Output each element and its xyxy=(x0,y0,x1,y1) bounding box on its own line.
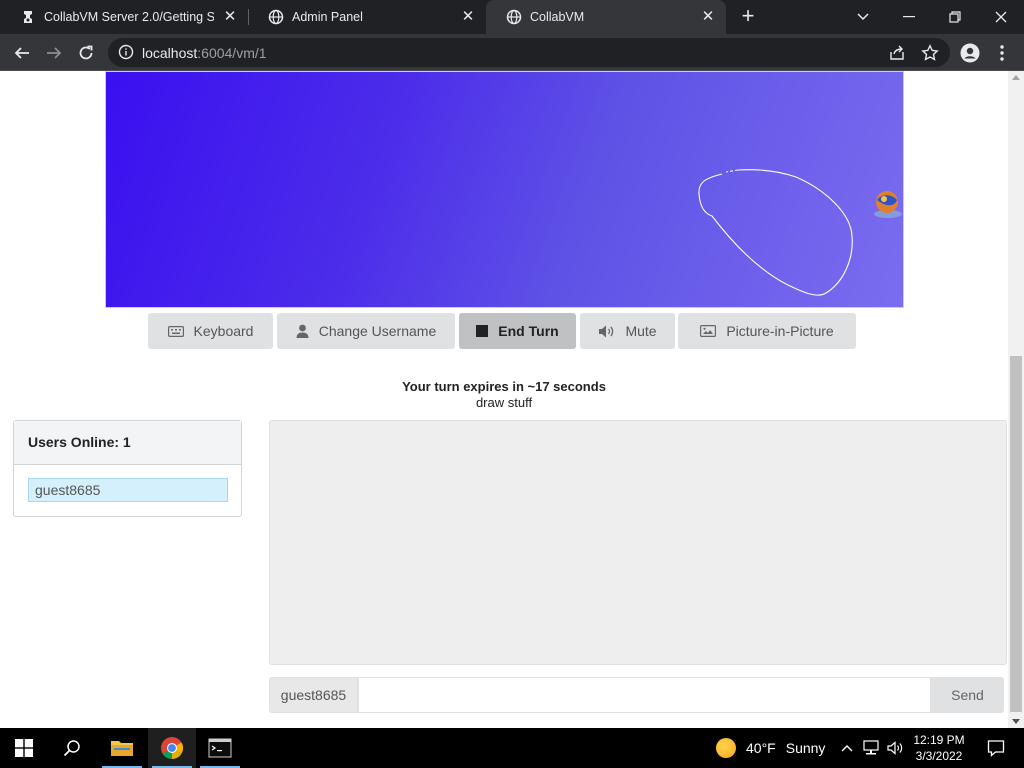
profile-icon[interactable] xyxy=(956,39,984,67)
system-clock[interactable]: 12:19 PM 3/3/2022 xyxy=(902,732,976,764)
windows-taskbar: 40°F Sunny 12:19 PM 3/3/2022 xyxy=(0,728,1024,768)
sun-icon xyxy=(716,738,736,758)
weather-condition: Sunny xyxy=(785,740,826,756)
chat-input-row: guest8685 Send xyxy=(269,677,1004,713)
url-host: localhost xyxy=(142,45,198,61)
menu-icon[interactable] xyxy=(988,39,1016,67)
keyboard-icon xyxy=(167,325,184,337)
change-username-button[interactable]: Change Username xyxy=(277,313,455,349)
mute-button[interactable]: Mute xyxy=(580,313,675,349)
chat-input[interactable] xyxy=(358,677,931,713)
notification-icon[interactable] xyxy=(976,728,1016,768)
end-turn-button[interactable]: End Turn xyxy=(459,313,576,349)
network-icon[interactable] xyxy=(860,728,882,768)
tab-collabvm-getting-started[interactable]: CollabVM Server 2.0/Getting Star ✕ xyxy=(0,0,248,34)
user-icon xyxy=(296,324,309,338)
globe-icon xyxy=(506,9,522,25)
chat-username-label: guest8685 xyxy=(269,677,358,713)
mouse-drawing xyxy=(698,169,853,296)
vm-screen[interactable] xyxy=(105,71,904,308)
close-window-icon[interactable] xyxy=(978,0,1024,34)
back-icon[interactable] xyxy=(8,39,36,67)
forward-icon[interactable] xyxy=(40,39,68,67)
globe-icon xyxy=(268,9,284,25)
tab-collabvm[interactable]: CollabVM ✕ xyxy=(486,0,726,34)
bookmark-star-icon[interactable] xyxy=(921,44,939,62)
address-bar[interactable]: localhost:6004/vm/1 xyxy=(108,38,950,67)
users-online-panel: Users Online: 1 guest8685 xyxy=(13,420,242,517)
user-list-item[interactable]: guest8685 xyxy=(28,478,228,502)
desktop-app-icon[interactable] xyxy=(872,188,903,220)
weather-temp: 40°F xyxy=(746,740,776,756)
picture-icon xyxy=(700,325,717,337)
tab-title: Admin Panel xyxy=(292,10,363,24)
page-scrollbar[interactable] xyxy=(1008,71,1024,728)
change-username-label: Change Username xyxy=(318,323,437,339)
vm-title: draw stuff xyxy=(475,395,533,410)
reload-icon[interactable] xyxy=(72,39,100,67)
url-path: :6004/vm/1 xyxy=(197,45,267,61)
url-text: localhost:6004/vm/1 xyxy=(142,45,267,61)
picture-in-picture-button[interactable]: Picture-in-Picture xyxy=(678,313,856,349)
weather-widget[interactable]: 40°F Sunny xyxy=(716,728,825,768)
end-turn-label: End Turn xyxy=(498,323,559,339)
file-explorer-icon[interactable] xyxy=(98,728,146,768)
scroll-up-icon[interactable] xyxy=(1012,75,1020,80)
close-tab-icon[interactable]: ✕ xyxy=(460,9,476,25)
clock-time: 12:19 PM xyxy=(913,733,965,747)
new-tab-icon[interactable]: + xyxy=(736,5,760,29)
browser-tab-strip: CollabVM Server 2.0/Getting Star ✕ Admin… xyxy=(0,0,1024,34)
collabvm-page: Keyboard Change Username End Turn Mute P… xyxy=(0,71,1008,728)
stop-icon xyxy=(476,325,489,337)
info-icon[interactable] xyxy=(118,44,134,60)
clock-date: 3/3/2022 xyxy=(915,749,963,763)
scroll-down-icon[interactable] xyxy=(1012,719,1020,724)
collabvm-icon xyxy=(20,9,36,25)
chat-log[interactable] xyxy=(269,420,1007,665)
tab-title: CollabVM Server 2.0/Getting Star xyxy=(44,10,214,24)
show-hidden-icons-icon[interactable] xyxy=(838,728,856,768)
send-button[interactable]: Send xyxy=(931,677,1004,713)
volume-icon xyxy=(598,325,615,338)
restore-icon[interactable] xyxy=(932,0,978,34)
keyboard-button[interactable]: Keyboard xyxy=(148,313,273,349)
mute-label: Mute xyxy=(625,323,657,339)
browser-toolbar: localhost:6004/vm/1 xyxy=(0,34,1024,71)
tab-title: CollabVM xyxy=(530,10,585,24)
vm-button-bar: Keyboard Change Username End Turn Mute P… xyxy=(0,313,1008,349)
turn-status: Your turn expires in ~17 seconds xyxy=(402,379,606,394)
search-icon[interactable] xyxy=(48,728,96,768)
share-icon[interactable] xyxy=(888,44,906,62)
close-tab-icon[interactable]: ✕ xyxy=(222,9,238,25)
tab-search-icon[interactable] xyxy=(840,0,886,34)
users-online-header: Users Online: 1 xyxy=(14,421,241,465)
start-windows-icon[interactable] xyxy=(0,728,48,768)
keyboard-label: Keyboard xyxy=(193,323,254,339)
close-tab-icon[interactable]: ✕ xyxy=(700,9,716,25)
chrome-icon[interactable] xyxy=(148,728,196,768)
scrollbar-thumb[interactable] xyxy=(1010,356,1022,712)
tab-admin-panel[interactable]: Admin Panel ✕ xyxy=(248,0,486,34)
picture-in-picture-label: Picture-in-Picture xyxy=(726,323,834,339)
minimize-icon[interactable] xyxy=(886,0,932,34)
terminal-icon[interactable] xyxy=(196,728,244,768)
